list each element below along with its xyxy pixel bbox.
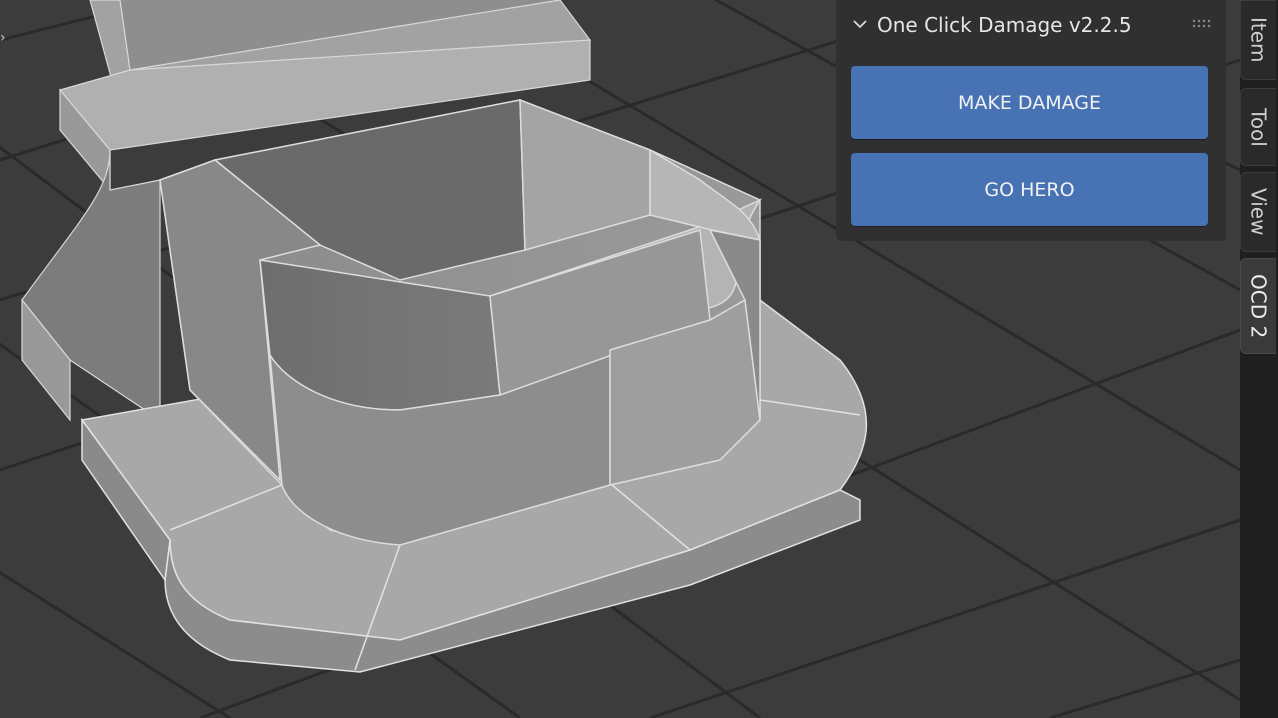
panel-title: One Click Damage v2.2.5 xyxy=(877,13,1132,37)
sidebar-panel-one-click-damage: One Click Damage v2.2.5 MAKE DAMAGE GO H… xyxy=(836,0,1226,241)
chevron-down-icon[interactable] xyxy=(850,14,870,34)
tab-ocd-2[interactable]: OCD 2 xyxy=(1240,258,1276,354)
panel-header[interactable]: One Click Damage v2.2.5 xyxy=(836,0,1226,50)
tab-item-label: Item xyxy=(1246,17,1271,63)
make-damage-button[interactable]: MAKE DAMAGE xyxy=(851,66,1208,139)
go-hero-button[interactable]: GO HERO xyxy=(851,153,1208,226)
chevron-right-icon[interactable]: › xyxy=(0,28,12,48)
tab-item[interactable]: Item xyxy=(1240,0,1276,80)
tab-view-label: View xyxy=(1246,188,1271,236)
sidebar-tab-strip: Item Tool View OCD 2 xyxy=(1240,0,1278,718)
tab-tool[interactable]: Tool xyxy=(1240,88,1276,166)
drag-handle-icon[interactable] xyxy=(1192,18,1214,30)
tab-ocd-2-label: OCD 2 xyxy=(1246,273,1271,339)
tab-view[interactable]: View xyxy=(1240,172,1276,252)
tab-tool-label: Tool xyxy=(1246,107,1271,147)
